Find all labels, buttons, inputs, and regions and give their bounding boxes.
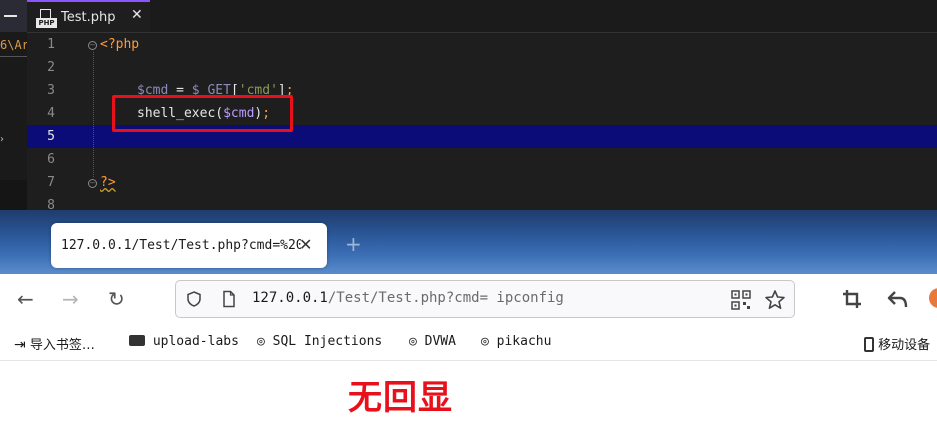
line-number: 1 xyxy=(47,37,55,52)
close-icon[interactable]: ✕ xyxy=(131,7,143,23)
mobile-icon xyxy=(864,337,874,352)
fold-marker-icon[interactable]: − xyxy=(88,41,97,50)
line-number: 3 xyxy=(47,83,55,98)
indent-guide xyxy=(93,52,94,177)
line-number: 7 xyxy=(47,175,55,190)
url-text[interactable]: 127.0.0.1/Test/Test.php?cmd= ipconfig xyxy=(252,290,564,306)
php-open-tag: <?php xyxy=(100,37,140,52)
code-line-1[interactable]: <?php xyxy=(100,37,139,52)
new-tab-button[interactable]: + xyxy=(345,232,362,256)
folder-icon xyxy=(129,335,145,346)
result-annotation: 无回显 xyxy=(348,378,453,418)
line-number: 8 xyxy=(47,198,55,210)
side-panel-path: 6\Ar xyxy=(0,38,27,52)
browser-tab[interactable]: 127.0.0.1/Test/Test.php?cmd=%20ipconfig … xyxy=(51,223,327,268)
globe-icon: ◎ xyxy=(481,334,489,349)
bookmark-label: DVWA xyxy=(424,334,456,349)
line-number: 4 xyxy=(47,106,55,121)
collapse-icon[interactable] xyxy=(4,15,17,17)
bookmark-label: SQL Injections xyxy=(272,334,383,349)
editor-tab-bar: PHP Test.php ✕ xyxy=(27,0,937,33)
bookmark-label: pikachu xyxy=(496,334,552,349)
bookmark-sql-injections[interactable]: ◎ SQL Injections xyxy=(257,334,382,349)
editor-tab-test-php[interactable]: PHP Test.php ✕ xyxy=(27,0,150,32)
back-button[interactable]: ← xyxy=(17,287,34,311)
side-panel-divider xyxy=(0,56,27,57)
globe-icon: ◎ xyxy=(409,334,417,349)
bookmark-import[interactable]: ⇥ 导入书签… xyxy=(14,334,95,353)
browser-tab-title: 127.0.0.1/Test/Test.php?cmd=%20ipconfig xyxy=(61,238,301,253)
php-close-tag: ?> xyxy=(100,175,116,190)
php-file-icon: PHP xyxy=(36,9,57,28)
shield-icon[interactable] xyxy=(185,290,203,308)
bookmark-dvwa[interactable]: ◎ DVWA xyxy=(409,334,456,349)
bookmark-pikachu[interactable]: ◎ pikachu xyxy=(481,334,551,349)
side-panel-arrow-icon: › xyxy=(0,134,4,145)
close-icon[interactable]: ✕ xyxy=(299,235,312,254)
bookmark-label: upload-labs xyxy=(152,334,239,349)
page-content xyxy=(0,361,937,435)
bookmark-upload-labs[interactable]: upload-labs xyxy=(129,334,239,349)
forward-button[interactable]: → xyxy=(62,287,79,311)
code-line-7[interactable]: ?> xyxy=(100,175,116,190)
url-host: 127.0.0.1 xyxy=(252,290,328,306)
highlight-box xyxy=(112,95,293,132)
bookmark-mobile-devices[interactable]: 移动设备 xyxy=(864,334,930,353)
fold-marker-icon[interactable]: − xyxy=(88,179,97,188)
qr-code-icon[interactable] xyxy=(731,290,751,310)
line-number: 2 xyxy=(47,60,55,75)
line-number: 5 xyxy=(47,129,55,144)
line-number: 6 xyxy=(47,152,55,167)
editor-tab-label: Test.php xyxy=(61,10,116,25)
bookmark-label: 导入书签… xyxy=(29,338,95,353)
crop-icon[interactable] xyxy=(842,289,862,309)
side-panel-footer xyxy=(0,180,27,210)
import-icon: ⇥ xyxy=(14,337,26,353)
bookmark-label: 移动设备 xyxy=(878,338,931,353)
code-editor: 6\Ar › PHP Test.php ✕ 1 2 3 4 5 6 7 8 − … xyxy=(0,0,937,210)
reload-button[interactable]: ↻ xyxy=(108,287,125,311)
url-path: /Test/Test.php?cmd= ipconfig xyxy=(327,290,564,306)
page-icon[interactable] xyxy=(221,290,237,308)
bookmark-star-icon[interactable] xyxy=(764,289,786,311)
undo-icon[interactable] xyxy=(887,289,909,309)
php-badge-label: PHP xyxy=(36,18,57,28)
globe-icon: ◎ xyxy=(257,334,265,349)
